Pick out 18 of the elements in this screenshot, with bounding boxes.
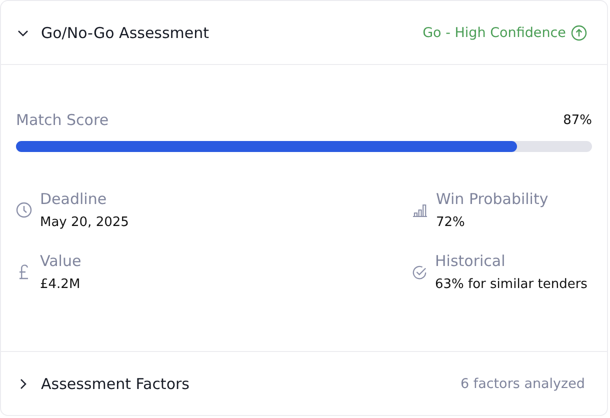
metric-label: Win Probability (436, 190, 548, 208)
metric-value: May 20, 2025 (40, 215, 129, 230)
section-toggle[interactable]: Go/No-Go Assessment (17, 24, 210, 42)
score-label: Match Score (16, 111, 109, 129)
metric-value: 63% for similar tenders (435, 277, 588, 292)
bar-chart-icon (412, 203, 428, 217)
metric-value: 72% (436, 215, 466, 230)
clock-icon (16, 202, 32, 218)
metric-label: Historical (435, 252, 506, 270)
check-circle-icon (412, 264, 427, 280)
metric-label: Deadline (40, 190, 108, 208)
metric-value: £4.2M (40, 277, 82, 292)
verdict-label: Go - High Confidence (422, 24, 566, 40)
score-reading: 87% (563, 112, 592, 128)
metric-label: Value (40, 252, 82, 270)
arrow-up-circle-icon (571, 24, 587, 40)
section-toggle[interactable]: Assessment Factors (17, 374, 190, 392)
factors-summary: 6 factors analyzed (460, 376, 585, 392)
